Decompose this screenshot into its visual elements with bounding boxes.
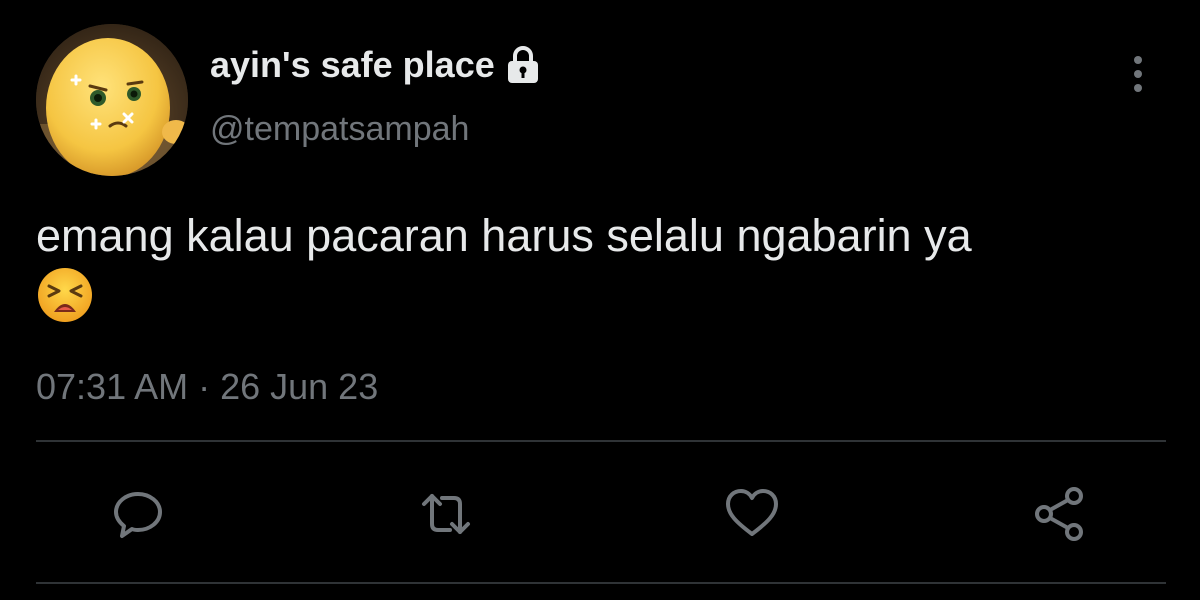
reply-icon xyxy=(114,492,162,538)
user-handle[interactable]: @tempatsampah xyxy=(210,110,469,149)
lock-icon xyxy=(507,46,538,83)
more-options-icon[interactable] xyxy=(1122,52,1154,96)
share-icon xyxy=(1035,487,1083,541)
tired-face-icon xyxy=(38,268,92,322)
display-name[interactable]: ayin's safe place xyxy=(210,44,541,86)
share-button[interactable] xyxy=(1030,484,1090,544)
tweet-text: emang kalau pacaran harus selalu ngabari… xyxy=(36,210,972,261)
avatar[interactable] xyxy=(36,24,188,176)
retweet-icon xyxy=(422,494,470,534)
tweet-timestamp[interactable]: 07:31 AM · 26 Jun 23 xyxy=(36,366,378,408)
display-name-text: ayin's safe place xyxy=(210,44,495,85)
like-button[interactable] xyxy=(722,484,782,544)
reply-button[interactable] xyxy=(108,484,168,544)
divider xyxy=(36,440,1166,442)
retweet-button[interactable] xyxy=(416,484,476,544)
divider xyxy=(36,582,1166,584)
heart-icon xyxy=(726,489,778,536)
tweet: ayin's safe place @tempatsampah emang ka… xyxy=(0,0,1200,600)
